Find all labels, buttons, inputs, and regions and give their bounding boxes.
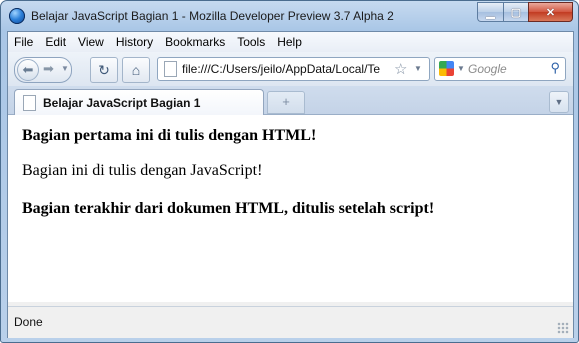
reload-button[interactable]: ↻ (90, 57, 118, 83)
menu-history[interactable]: History (110, 35, 159, 49)
paragraph-javascript: Bagian ini di tulis dengan JavaScript! (22, 162, 263, 179)
title-bar[interactable]: Belajar JavaScript Bagian 1 - Mozilla De… (1, 1, 578, 31)
back-button[interactable]: ⬅ (17, 59, 39, 81)
menu-file[interactable]: File (8, 35, 39, 49)
maximize-button[interactable]: ▢ (503, 2, 528, 22)
history-dropdown-icon[interactable]: ▼ (61, 64, 69, 73)
minimize-icon: ▁ (486, 6, 495, 19)
reload-icon: ↻ (98, 61, 110, 78)
list-all-tabs-button[interactable]: ▼ (549, 91, 569, 113)
address-bar[interactable]: file:///C:/Users/jeilo/AppData/Local/Te … (157, 57, 430, 81)
plus-icon: + (282, 94, 290, 109)
tab-label: Belajar JavaScript Bagian 1 (43, 96, 201, 110)
page-content: Bagian pertama ini di tulis dengan HTML!… (8, 115, 573, 302)
back-arrow-icon: ⬅ (22, 62, 34, 77)
paragraph-html-first: Bagian pertama ini di tulis dengan HTML! (22, 127, 317, 144)
status-bar: Done (8, 306, 573, 338)
menu-tools[interactable]: Tools (231, 35, 271, 49)
paragraph-html-last: Bagian terakhir dari dokumen HTML, ditul… (22, 200, 435, 217)
close-button[interactable]: ✕ (528, 2, 573, 22)
new-tab-button[interactable]: + (267, 91, 305, 114)
google-engine-icon[interactable] (439, 61, 454, 76)
menu-bar: File Edit View History Bookmarks Tools H… (8, 32, 573, 52)
browser-client: File Edit View History Bookmarks Tools H… (7, 31, 574, 338)
home-button[interactable]: ⌂ (122, 57, 150, 83)
bookmark-star-icon[interactable]: ☆ (394, 60, 407, 78)
menu-help[interactable]: Help (271, 35, 308, 49)
browser-window: Belajar JavaScript Bagian 1 - Mozilla De… (0, 0, 579, 343)
resize-grip-icon[interactable] (557, 322, 569, 334)
page-icon (23, 95, 36, 111)
menu-bookmarks[interactable]: Bookmarks (159, 35, 231, 49)
url-dropdown-icon[interactable]: ▼ (414, 64, 422, 73)
window-title: Belajar JavaScript Bagian 1 - Mozilla De… (31, 9, 394, 23)
maximize-icon: ▢ (510, 6, 522, 19)
engine-dropdown-icon[interactable]: ▼ (457, 64, 465, 73)
menu-edit[interactable]: Edit (39, 35, 72, 49)
navigation-toolbar: ⬅ ➡ ▼ ↻ ⌂ file:///C:/Users/jeilo/AppData… (8, 52, 573, 86)
chevron-down-icon: ▼ (554, 97, 564, 107)
url-text[interactable]: file:///C:/Users/jeilo/AppData/Local/Te (182, 62, 388, 76)
window-controls: ▁ ▢ ✕ (477, 2, 573, 22)
close-icon: ✕ (545, 6, 556, 19)
home-icon: ⌂ (131, 62, 141, 78)
search-icon[interactable]: ⚲ (550, 60, 560, 76)
menu-view[interactable]: View (72, 35, 110, 49)
minimize-button[interactable]: ▁ (477, 2, 503, 22)
back-forward-group: ⬅ ➡ ▼ (14, 57, 72, 83)
status-text: Done (14, 315, 43, 329)
forward-button[interactable]: ➡ (43, 61, 54, 77)
tab-bar: Belajar JavaScript Bagian 1 + ▼ (8, 86, 573, 115)
search-box[interactable]: ▼ Google ⚲ (434, 57, 566, 81)
page-icon (164, 61, 177, 77)
firefox-icon (9, 8, 25, 24)
search-input[interactable]: Google (468, 62, 507, 76)
tab-active[interactable]: Belajar JavaScript Bagian 1 (14, 89, 264, 115)
